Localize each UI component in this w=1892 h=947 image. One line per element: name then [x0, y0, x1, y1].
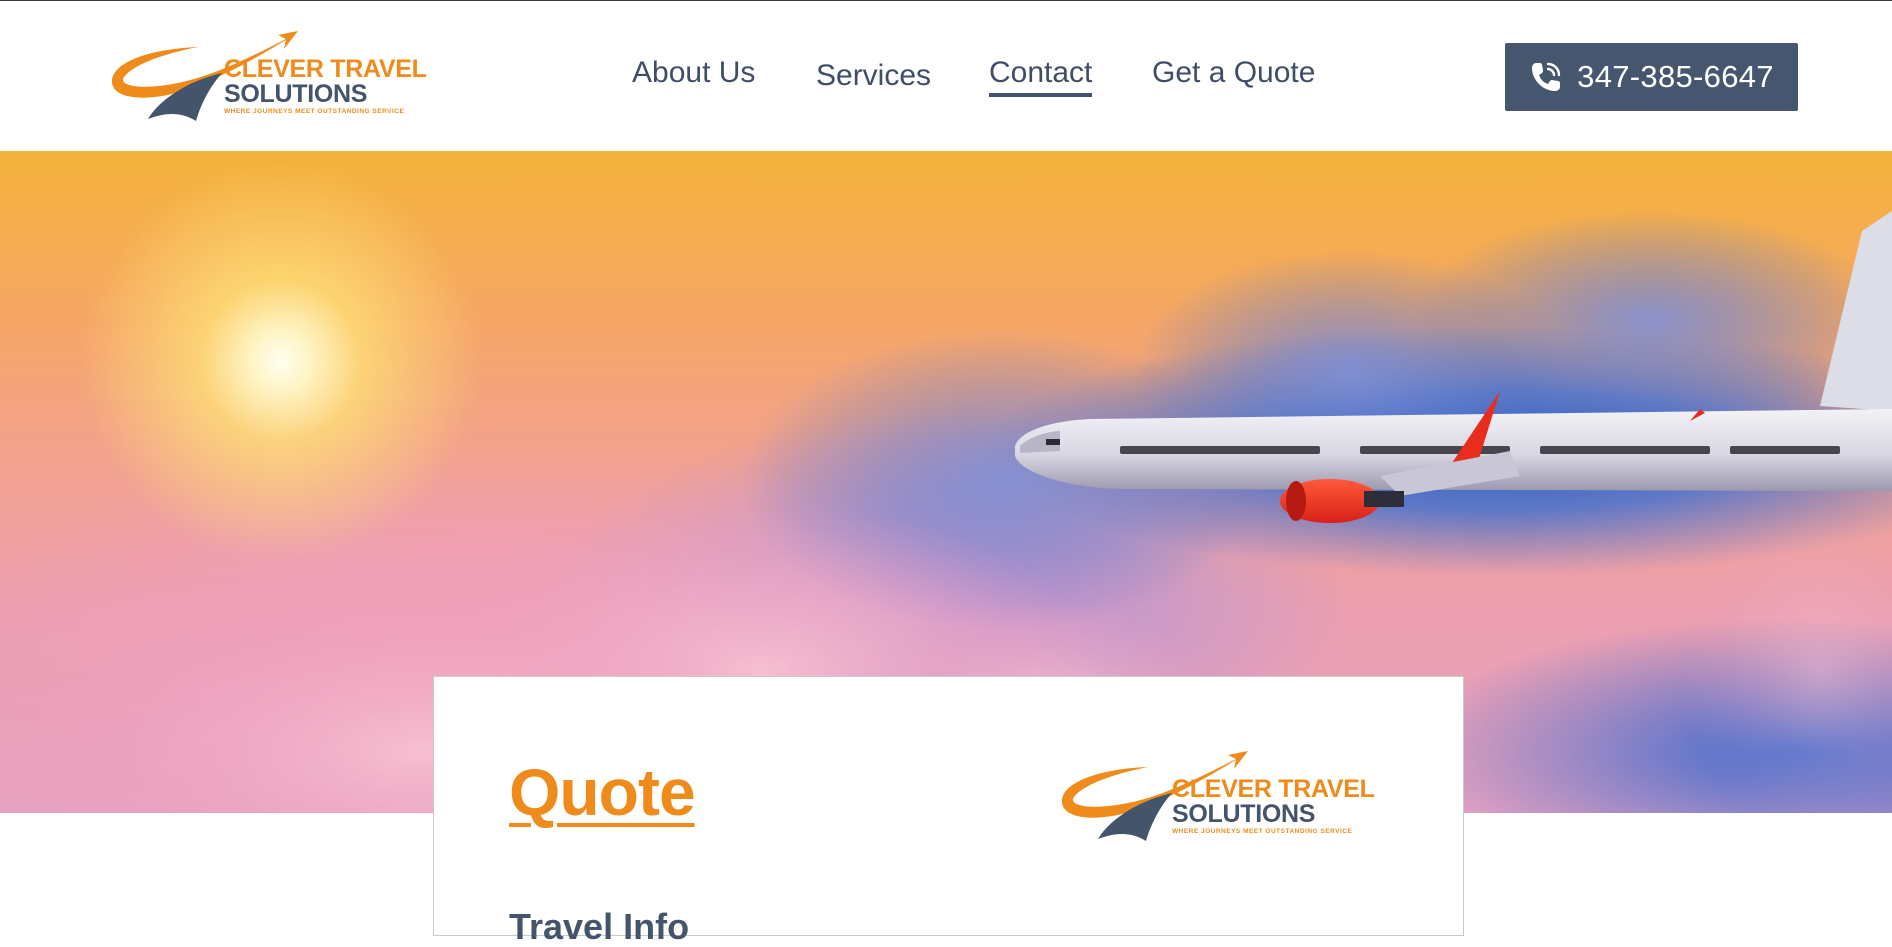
- quote-card: Quote CLEVER TRAVEL SOLUTIONS WHERE JOUR…: [433, 676, 1464, 947]
- phone-number: 347-385-6647: [1577, 59, 1774, 94]
- nav-get-a-quote[interactable]: Get a Quote: [1152, 55, 1315, 91]
- nav-contact[interactable]: Contact: [989, 55, 1093, 97]
- brand-tagline: WHERE JOURNEYS MEET OUTSTANDING SERVICE: [224, 108, 405, 115]
- brand-name-line1: CLEVER TRAVEL: [224, 55, 427, 83]
- card-brand-name-line1: CLEVER TRAVEL: [1172, 775, 1375, 803]
- card-brand-name-line2: SOLUTIONS: [1172, 800, 1316, 828]
- brand-wordmark: CLEVER TRAVEL SOLUTIONS WHERE JOURNEYS M…: [224, 57, 427, 118]
- brand-name-line2: SOLUTIONS: [224, 80, 368, 108]
- site-header: CLEVER TRAVEL SOLUTIONS WHERE JOURNEYS M…: [0, 1, 1892, 151]
- travel-info-heading: Travel Info: [509, 906, 690, 947]
- card-brand-wordmark: CLEVER TRAVEL SOLUTIONS WHERE JOURNEYS M…: [1172, 777, 1375, 838]
- nav-about-us[interactable]: About Us: [632, 55, 755, 91]
- card-brand-tagline: WHERE JOURNEYS MEET OUTSTANDING SERVICE: [1172, 828, 1353, 835]
- phone-call-button[interactable]: 347-385-6647: [1505, 43, 1798, 111]
- phone-icon: [1532, 62, 1561, 91]
- nav-services[interactable]: Services: [816, 58, 931, 94]
- quote-title: Quote: [509, 755, 696, 829]
